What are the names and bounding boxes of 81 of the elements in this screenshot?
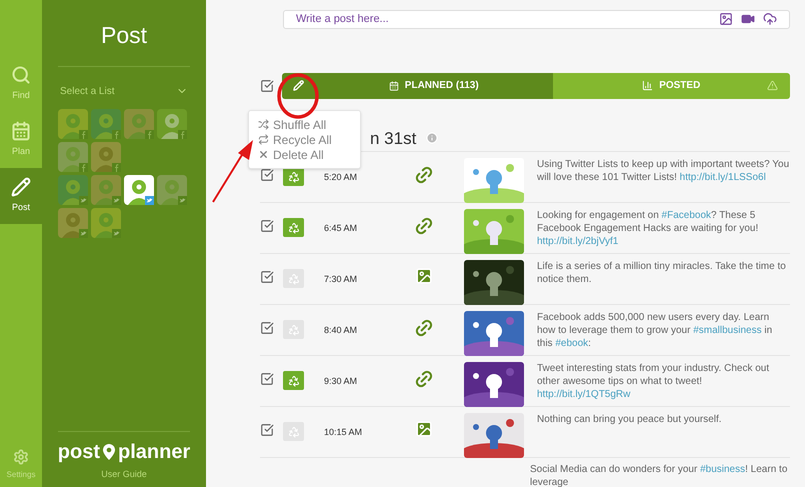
repeat-icon bbox=[258, 134, 269, 145]
recycle-icon bbox=[288, 222, 300, 234]
close-icon bbox=[258, 149, 269, 160]
user-guide-link[interactable]: User Guide bbox=[101, 468, 147, 481]
bird-badge-icon bbox=[112, 228, 121, 238]
facebook-badge-icon bbox=[112, 162, 121, 172]
post-link[interactable]: #business bbox=[700, 464, 746, 475]
facebook-badge-icon bbox=[145, 130, 154, 138]
logo: post planner bbox=[58, 442, 190, 462]
shuffle-icon bbox=[258, 119, 269, 130]
recycle-icon bbox=[288, 272, 300, 284]
recycle-icon bbox=[288, 374, 300, 386]
pencil-icon bbox=[293, 80, 304, 91]
image-icon[interactable] bbox=[719, 12, 733, 26]
post-text: Facebook adds 500,000 new users every day. Learn how to leverage them to grow your #smallbusiness in this #ebook: bbox=[537, 311, 774, 350]
post-time: 10:15 AM bbox=[324, 426, 364, 439]
facebook-badge-icon bbox=[79, 130, 88, 138]
bird-badge-icon bbox=[178, 196, 187, 204]
post-time: 5:20 AM bbox=[324, 171, 358, 184]
calendar-icon bbox=[388, 80, 399, 90]
annotation-arrow bbox=[211, 138, 255, 204]
post-link[interactable]: #ebook bbox=[555, 338, 588, 349]
post-time: 9:30 AM bbox=[324, 375, 358, 388]
row-checkbox[interactable] bbox=[260, 219, 274, 233]
image-icon bbox=[415, 420, 433, 438]
row-checkbox[interactable] bbox=[260, 372, 274, 386]
composer-input[interactable]: Write a post here... bbox=[296, 11, 719, 28]
nav-item[interactable]: Find bbox=[0, 56, 42, 112]
tab[interactable]: PLANNED (113) bbox=[315, 72, 552, 98]
facebook-badge-icon bbox=[178, 130, 187, 138]
post-text: Tweet interesting stats from your industry. Check out other awesome tips on what to tweet! http://bit.ly/1QT5gRw bbox=[537, 362, 770, 401]
row-checkbox[interactable] bbox=[260, 321, 274, 335]
settings-icon bbox=[13, 449, 29, 465]
post-link[interactable]: http://bit.ly/2bjVyf1 bbox=[537, 236, 618, 247]
nav-item[interactable]: Plan bbox=[0, 112, 42, 168]
select-all-checkbox[interactable] bbox=[260, 78, 274, 92]
post-text: Nothing can bring you peace but yourself. bbox=[537, 413, 723, 426]
list-select[interactable]: Select a List bbox=[58, 84, 190, 98]
annotation-circle bbox=[277, 73, 319, 119]
recycle-icon bbox=[288, 324, 300, 336]
row-checkbox[interactable] bbox=[260, 423, 274, 437]
info-icon bbox=[426, 132, 438, 144]
recycle-button[interactable] bbox=[283, 371, 304, 390]
pin-icon bbox=[102, 442, 116, 460]
bird-badge-icon bbox=[112, 196, 121, 204]
post-text: Social Media can do wonders for your #business! Learn to leverage bbox=[530, 463, 788, 487]
row-checkbox[interactable] bbox=[260, 270, 274, 284]
post-link[interactable]: #Facebook bbox=[662, 210, 712, 221]
menu-item[interactable]: Shuffle All bbox=[258, 117, 360, 132]
bird-badge-icon bbox=[79, 228, 88, 238]
panel-title: Post bbox=[58, 0, 190, 66]
calendar-icon bbox=[11, 121, 31, 142]
post-time: 7:30 AM bbox=[324, 273, 358, 286]
search-icon bbox=[11, 65, 31, 86]
post-link[interactable]: http://bit.ly/1QT5gRw bbox=[537, 389, 630, 400]
facebook-badge-icon bbox=[112, 130, 121, 138]
recycle-button[interactable] bbox=[283, 218, 304, 237]
upload-icon[interactable] bbox=[763, 12, 777, 26]
menu-item[interactable]: Delete All bbox=[258, 147, 360, 162]
pencil-icon bbox=[11, 177, 31, 198]
tab[interactable]: POSTED bbox=[552, 72, 790, 98]
post-text: Using Twitter Lists to keep up with important tweets? You will love these 101 Twitter Lists! http://bit.ly/1LSSo6l bbox=[537, 158, 790, 184]
post-text: Looking for engagement on #Facebook? These 5 Facebook Engagement Hacks are waiting for you! http://bit.ly/2bjVyf1 bbox=[537, 209, 760, 248]
image-icon bbox=[415, 267, 433, 285]
recycle-icon bbox=[288, 170, 300, 182]
nav-item[interactable]: Post bbox=[0, 168, 42, 224]
post-link[interactable]: http://bit.ly/1LSSo6l bbox=[680, 172, 766, 183]
post-composer[interactable]: Write a post here... bbox=[283, 10, 790, 28]
settings-button[interactable]: Settings bbox=[0, 443, 42, 487]
warning-icon bbox=[767, 80, 778, 91]
menu-item[interactable]: Recycle All bbox=[258, 132, 360, 147]
post-time: 8:40 AM bbox=[324, 324, 358, 337]
post-time: 6:45 AM bbox=[324, 222, 358, 235]
date-heading: n 31st bbox=[370, 128, 416, 150]
recycle-icon bbox=[288, 426, 300, 438]
facebook-badge-icon bbox=[79, 162, 88, 172]
bar-chart-icon bbox=[642, 80, 654, 91]
post-text: Life is a series of a million tiny miracles. Take the time to notice them. bbox=[537, 260, 787, 286]
post-link[interactable]: #smallbusiness bbox=[693, 325, 762, 336]
row-checkbox[interactable] bbox=[260, 168, 274, 182]
bird-badge-icon bbox=[79, 196, 88, 204]
